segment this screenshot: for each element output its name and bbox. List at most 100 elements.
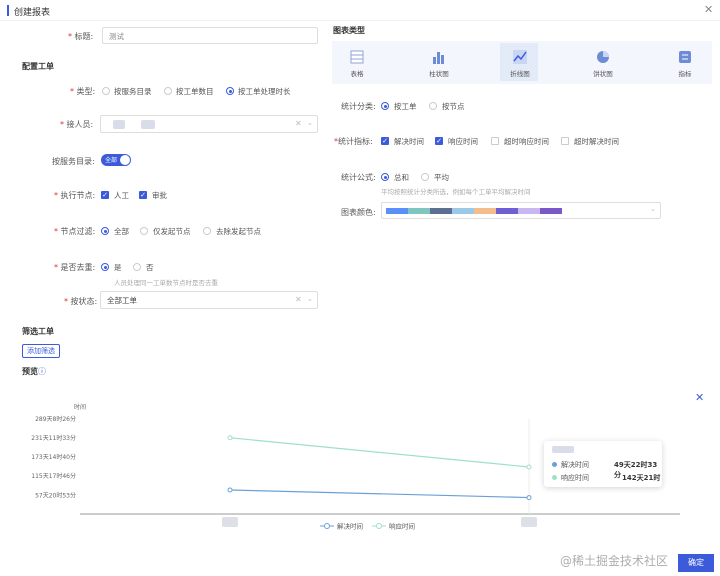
formula-option-sum: 总和 bbox=[394, 173, 409, 182]
color-label: 图表颜色: bbox=[341, 208, 376, 217]
close-icon[interactable]: ✕ bbox=[704, 3, 713, 16]
header-accent-bar bbox=[7, 5, 9, 16]
dedupe-radio-yes[interactable] bbox=[101, 263, 109, 271]
status-select[interactable]: 全部工单 ✕ ⌄ bbox=[100, 291, 318, 309]
palette-swatch bbox=[496, 208, 518, 214]
exec-node-option-manual: 人工 bbox=[114, 191, 129, 200]
color-palette bbox=[386, 208, 562, 214]
chevron-down-icon[interactable]: ⌄ bbox=[307, 295, 313, 303]
assignee-select[interactable]: ✕ ⌄ bbox=[100, 115, 318, 133]
y-tick-label: 173天14时40分 bbox=[31, 453, 76, 461]
section-chart-type: 图表类型 bbox=[333, 26, 365, 35]
palette-swatch bbox=[518, 208, 540, 214]
stat-category-option-node: 按节点 bbox=[442, 102, 465, 111]
chart-type-line[interactable]: 折线图 bbox=[485, 44, 555, 82]
assignee-label: * 接人员: bbox=[60, 120, 94, 129]
title-label: * 标题: bbox=[68, 32, 94, 41]
series-line-1 bbox=[229, 437, 530, 468]
clear-icon[interactable]: ✕ bbox=[295, 295, 302, 304]
confirm-button[interactable]: 确定 bbox=[678, 554, 714, 572]
metric-checkbox-respond[interactable]: ✓ bbox=[435, 137, 443, 145]
metric-option-timeout-resolve: 超时解决时间 bbox=[574, 137, 619, 146]
stat-metrics-label: *统计指标: bbox=[334, 137, 373, 146]
dedupe-label: * 是否去重: bbox=[54, 263, 96, 272]
assignee-chip bbox=[141, 120, 155, 129]
x-tick-label-blurred bbox=[222, 517, 238, 527]
legend-marker-1 bbox=[376, 523, 382, 529]
add-filter-button[interactable]: 添加筛选 bbox=[22, 344, 60, 358]
type-radio-duration[interactable] bbox=[226, 87, 234, 95]
node-filter-option-all: 全部 bbox=[114, 227, 129, 236]
stat-category-option-ticket: 按工单 bbox=[394, 102, 417, 111]
preview-label: 预览ⓘ bbox=[22, 367, 46, 376]
chevron-down-icon[interactable]: ⌄ bbox=[650, 205, 656, 213]
palette-swatch bbox=[540, 208, 562, 214]
chart-tooltip: 解决时间 49天22时33分 响应时间 142天21时 bbox=[544, 441, 662, 487]
palette-swatch bbox=[386, 208, 408, 214]
type-option-duration: 按工单处理时长 bbox=[238, 87, 291, 96]
palette-swatch bbox=[474, 208, 496, 214]
node-filter-option-exclude: 去除发起节点 bbox=[216, 227, 261, 236]
metric-checkbox-timeout-resolve[interactable] bbox=[561, 137, 569, 145]
stat-category-radio-node[interactable] bbox=[429, 102, 437, 110]
tooltip-title-blur bbox=[552, 446, 574, 453]
node-filter-option-initiator: 仅发起节点 bbox=[153, 227, 191, 236]
section-config: 配置工单 bbox=[22, 62, 54, 71]
assignee-chip bbox=[113, 120, 125, 129]
title-input[interactable]: 测试 bbox=[102, 27, 318, 44]
exec-node-checkbox-manual[interactable]: ✓ bbox=[101, 191, 109, 199]
info-icon: ⓘ bbox=[38, 367, 46, 376]
y-tick-label: 57天20时53分 bbox=[35, 491, 76, 499]
chevron-down-icon[interactable]: ⌄ bbox=[307, 119, 313, 127]
stat-category-label: 统计分类: bbox=[341, 102, 376, 111]
dedupe-radio-no[interactable] bbox=[133, 263, 141, 271]
series-point-1 bbox=[526, 464, 532, 470]
formula-label: 统计公式: bbox=[341, 173, 376, 182]
y-tick-label: 115天17时46分 bbox=[31, 472, 76, 480]
type-radio-catalog[interactable] bbox=[102, 87, 110, 95]
metric-option-resolve: 解决时间 bbox=[394, 137, 424, 146]
status-label: * 按状态: bbox=[64, 297, 98, 306]
exec-node-checkbox-approve[interactable]: ✓ bbox=[139, 191, 147, 199]
tooltip-name-respond: 响应时间 bbox=[561, 474, 589, 482]
node-filter-radio-initiator[interactable] bbox=[140, 227, 148, 235]
y-tick-label: 231天11时33分 bbox=[31, 434, 76, 442]
line-chart-icon bbox=[513, 50, 527, 64]
series-point-0 bbox=[227, 487, 233, 493]
metric-checkbox-timeout-respond[interactable] bbox=[491, 137, 499, 145]
series-point-0 bbox=[526, 495, 532, 501]
dedupe-hint: 人员处理同一工单数节点时是否去重 bbox=[114, 279, 218, 287]
bar-chart-icon bbox=[433, 52, 444, 64]
formula-option-avg: 平均 bbox=[434, 173, 449, 182]
series-point-1 bbox=[227, 435, 233, 441]
series-line-0 bbox=[229, 489, 530, 499]
y-axis-label: 时间 bbox=[74, 403, 86, 411]
tooltip-dot-respond bbox=[552, 475, 557, 480]
color-select[interactable]: ⌄ bbox=[381, 202, 661, 219]
formula-hint: 平均按照统计分类所选，例如每个工单平均解决时间 bbox=[381, 188, 531, 196]
section-filter: 筛选工单 bbox=[22, 327, 54, 336]
clear-icon[interactable]: ✕ bbox=[295, 119, 302, 128]
x-tick-label-blurred bbox=[521, 517, 537, 527]
type-radio-count[interactable] bbox=[164, 87, 172, 95]
legend-label-1: 响应时间 bbox=[389, 522, 415, 531]
chart-type-pie[interactable]: 饼状图 bbox=[568, 44, 638, 82]
exec-node-label: * 执行节点: bbox=[54, 191, 96, 200]
metric-option-respond: 响应时间 bbox=[448, 137, 478, 146]
node-filter-radio-all[interactable] bbox=[101, 227, 109, 235]
tooltip-dot-resolve bbox=[552, 462, 557, 467]
legend-marker-0 bbox=[324, 523, 330, 529]
indicator-icon bbox=[679, 51, 691, 63]
formula-radio-avg[interactable] bbox=[421, 173, 429, 181]
node-filter-radio-exclude[interactable] bbox=[203, 227, 211, 235]
chart-type-bar[interactable]: 柱状图 bbox=[404, 44, 474, 82]
chart-type-indicator[interactable]: 指标 bbox=[650, 44, 720, 82]
table-icon bbox=[350, 50, 364, 64]
metric-checkbox-resolve[interactable]: ✓ bbox=[381, 137, 389, 145]
formula-radio-sum[interactable] bbox=[381, 173, 389, 181]
catalog-toggle[interactable]: 全部 bbox=[101, 154, 131, 166]
chart-type-table[interactable]: 表格 bbox=[322, 44, 392, 82]
stat-category-radio-ticket[interactable] bbox=[381, 102, 389, 110]
type-option-catalog: 按服务目录 bbox=[114, 87, 152, 96]
palette-swatch bbox=[452, 208, 474, 214]
